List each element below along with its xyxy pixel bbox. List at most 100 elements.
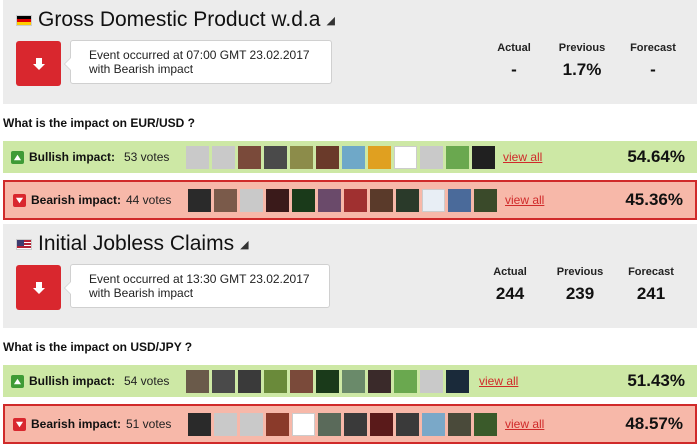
previous-stat: Previous 1.7% — [542, 42, 622, 80]
bearish-votes: 51 votes — [126, 417, 172, 431]
voter-avatar[interactable] — [446, 145, 469, 169]
voter-avatar[interactable] — [238, 145, 261, 169]
forecast-value: - — [650, 60, 656, 79]
voter-avatar[interactable] — [290, 369, 313, 393]
previous-stat: Previous 239 — [540, 266, 620, 304]
voter-avatar[interactable] — [212, 145, 235, 169]
voter-avatars — [186, 369, 469, 393]
voter-avatar[interactable] — [344, 412, 367, 436]
voter-avatar[interactable] — [342, 369, 365, 393]
voter-avatars — [188, 412, 497, 436]
voter-avatar[interactable] — [422, 412, 445, 436]
voter-avatar[interactable] — [318, 188, 341, 212]
bullish-row: Bullish impact: 53 votes view all 54.64% — [3, 141, 697, 173]
bearish-arrow-icon — [16, 265, 61, 310]
bearish-label[interactable]: Bearish impact: — [31, 417, 126, 431]
bullish-arrow-icon — [11, 150, 24, 164]
voter-avatar[interactable] — [448, 188, 471, 212]
event-card-gdp: Gross Domestic Product w.d.a ◢ Event occ… — [3, 0, 697, 104]
voter-avatar[interactable] — [186, 369, 209, 393]
voter-avatar[interactable] — [472, 145, 495, 169]
view-all-link[interactable]: view all — [479, 374, 518, 388]
voter-avatar[interactable] — [316, 145, 339, 169]
voter-avatar[interactable] — [188, 188, 211, 212]
actual-label: Actual — [493, 266, 527, 278]
bearish-votes: 44 votes — [126, 193, 172, 207]
voter-avatar[interactable] — [396, 188, 419, 212]
voter-avatar[interactable] — [316, 369, 339, 393]
voter-avatar[interactable] — [474, 412, 497, 436]
forecast-label: Forecast — [628, 266, 674, 278]
voter-avatar[interactable] — [188, 412, 211, 436]
voter-avatar[interactable] — [342, 145, 365, 169]
event-header: Gross Domestic Product w.d.a ◢ — [16, 8, 335, 32]
voter-avatar[interactable] — [394, 145, 417, 169]
voter-avatar[interactable] — [446, 369, 469, 393]
germany-flag-icon — [16, 14, 32, 26]
previous-label: Previous — [558, 42, 606, 54]
voter-avatar[interactable] — [240, 412, 263, 436]
voter-avatar[interactable] — [448, 412, 471, 436]
bearish-row: Bearish impact: 44 votes view all 45.36% — [3, 180, 697, 220]
bullish-votes: 54 votes — [124, 374, 170, 388]
bearish-percent: 48.57% — [625, 414, 683, 433]
previous-value: 239 — [565, 284, 595, 303]
voter-avatar[interactable] — [474, 188, 497, 212]
forecast-value: 241 — [636, 284, 666, 303]
bearish-percent: 45.36% — [625, 190, 683, 209]
voter-avatar[interactable] — [368, 369, 391, 393]
event-title[interactable]: Initial Jobless Claims — [38, 232, 234, 256]
voter-avatar[interactable] — [292, 188, 315, 212]
voter-avatar[interactable] — [266, 188, 289, 212]
previous-label: Previous — [556, 266, 604, 278]
callout-impact-text: with Bearish impact — [89, 62, 194, 76]
bullish-row: Bullish impact: 54 votes view all 51.43% — [3, 365, 697, 397]
voter-avatar[interactable] — [422, 188, 445, 212]
forecast-label: Forecast — [630, 42, 676, 54]
us-flag-icon — [16, 238, 32, 250]
voter-avatar[interactable] — [370, 412, 393, 436]
bullish-votes: 53 votes — [124, 150, 170, 164]
voter-avatar[interactable] — [240, 188, 263, 212]
voter-avatar[interactable] — [292, 412, 315, 436]
forecast-stat: Forecast - — [613, 42, 693, 80]
voter-avatar[interactable] — [290, 145, 313, 169]
view-all-link[interactable]: view all — [505, 193, 544, 207]
view-all-link[interactable]: view all — [505, 417, 544, 431]
impact-question: What is the impact on EUR/USD ? — [3, 116, 196, 130]
voter-avatar[interactable] — [368, 145, 391, 169]
actual-value: 244 — [495, 284, 525, 303]
voter-avatar[interactable] — [186, 145, 209, 169]
voter-avatar[interactable] — [318, 412, 341, 436]
voter-avatar[interactable] — [212, 369, 235, 393]
voter-avatars — [186, 145, 495, 169]
voter-avatar[interactable] — [214, 188, 237, 212]
voter-avatar[interactable] — [266, 412, 289, 436]
voter-avatar[interactable] — [370, 188, 393, 212]
bearish-arrow-icon — [16, 41, 61, 86]
signal-icon: ◢ — [240, 238, 249, 251]
voter-avatar[interactable] — [396, 412, 419, 436]
bullish-arrow-icon — [11, 374, 24, 388]
voter-avatar[interactable] — [420, 369, 443, 393]
voter-avatar[interactable] — [214, 412, 237, 436]
voter-avatar[interactable] — [238, 369, 261, 393]
callout-impact-text: with Bearish impact — [89, 286, 194, 300]
bullish-percent: 51.43% — [627, 371, 685, 390]
voter-avatar[interactable] — [264, 145, 287, 169]
actual-stat: Actual 244 — [470, 266, 550, 304]
voter-avatar[interactable] — [264, 369, 287, 393]
event-callout: Event occurred at 07:00 GMT 23.02.2017 w… — [64, 40, 332, 84]
bullish-percent: 54.64% — [627, 147, 685, 166]
bullish-label[interactable]: Bullish impact: — [29, 150, 124, 164]
view-all-link[interactable]: view all — [503, 150, 542, 164]
bearish-label[interactable]: Bearish impact: — [31, 193, 126, 207]
event-title[interactable]: Gross Domestic Product w.d.a — [38, 8, 320, 32]
voter-avatar[interactable] — [344, 188, 367, 212]
signal-icon: ◢ — [326, 14, 335, 27]
voter-avatar[interactable] — [420, 145, 443, 169]
bearish-row: Bearish impact: 51 votes view all 48.57% — [3, 404, 697, 444]
bullish-label[interactable]: Bullish impact: — [29, 374, 124, 388]
voter-avatar[interactable] — [394, 369, 417, 393]
callout-time-text: Event occurred at 13:30 GMT 23.02.2017 — [89, 272, 310, 286]
